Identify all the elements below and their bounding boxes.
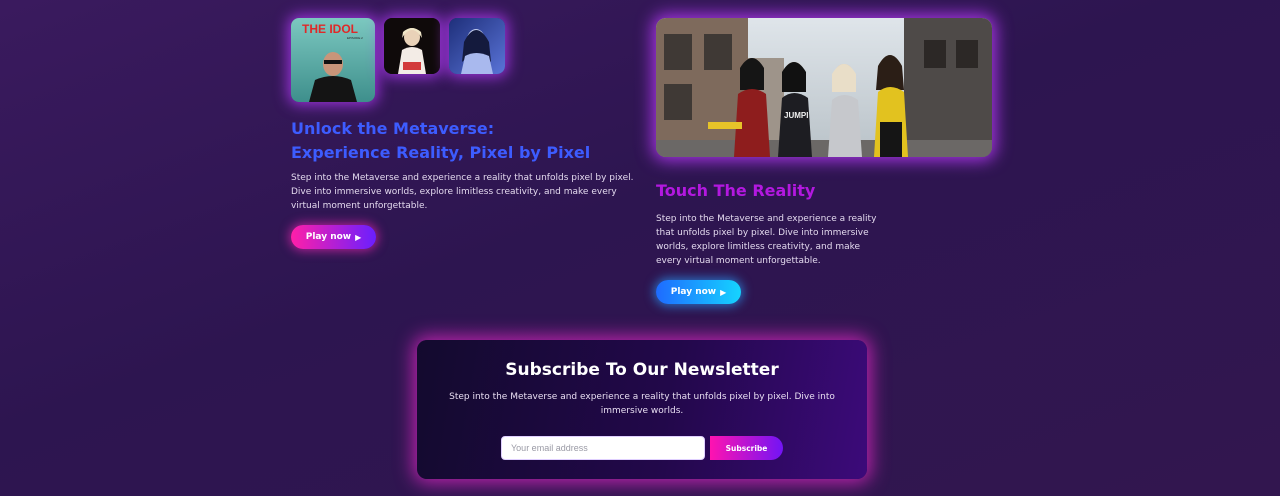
play-now-label: Play now: [670, 287, 717, 297]
right-play-now-button[interactable]: Play now ▶: [656, 280, 741, 304]
play-now-label: Play now: [305, 232, 352, 242]
newsletter-description: Step into the Metaverse and experience a…: [449, 392, 835, 416]
album-title-text: THE IDOL: [302, 22, 358, 36]
album-cover-image: THE IDOL EPISODE 2: [291, 18, 375, 102]
hero-image: JUMPI: [656, 18, 992, 157]
album-subtitle-text: EPISODE 2: [347, 36, 363, 40]
right-feature-title: Touch The Reality: [656, 181, 816, 200]
portrait-image: [384, 18, 440, 74]
hero-shirt-text: JUMPI: [784, 111, 808, 120]
subscribe-button[interactable]: Subscribe: [710, 436, 783, 460]
portrait-image: [449, 18, 505, 74]
album-cover-thumbnail[interactable]: THE IDOL EPISODE 2: [291, 18, 375, 102]
left-title-line-1: Unlock the Metaverse:: [291, 119, 495, 138]
left-feature-title: Unlock the Metaverse: Experience Reality…: [291, 117, 590, 165]
play-icon: ▶: [355, 232, 362, 242]
left-feature-description: Step into the Metaverse and experience a…: [291, 173, 634, 211]
newsletter-title: Subscribe To Our Newsletter: [505, 360, 779, 380]
gallery-thumbnail-3[interactable]: [449, 18, 505, 74]
play-icon: ▶: [720, 287, 727, 297]
gallery-thumbnail-2[interactable]: [384, 18, 440, 74]
left-title-line-2: Experience Reality, Pixel by Pixel: [291, 143, 591, 162]
left-play-now-button[interactable]: Play now ▶: [291, 225, 376, 249]
newsletter-card: Subscribe To Our Newsletter Step into th…: [417, 340, 867, 479]
hero-group-photo: JUMPI: [656, 18, 992, 157]
email-input[interactable]: [501, 436, 705, 460]
right-feature-description: Step into the Metaverse and experience a…: [656, 214, 877, 266]
